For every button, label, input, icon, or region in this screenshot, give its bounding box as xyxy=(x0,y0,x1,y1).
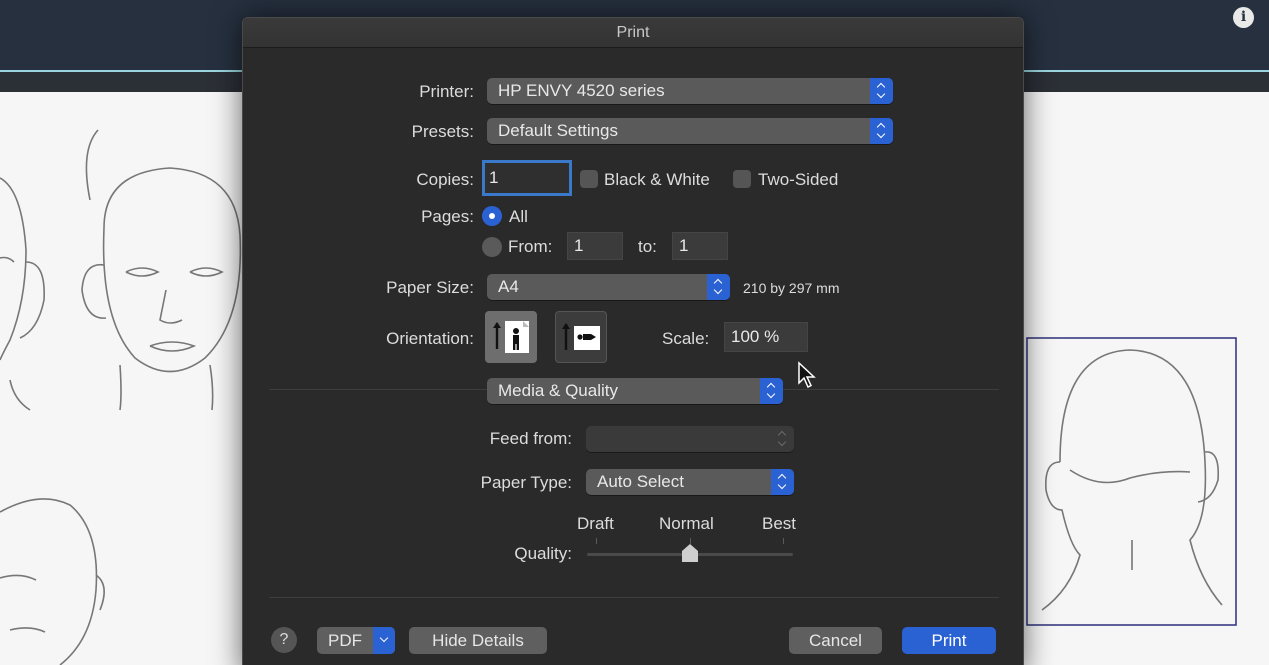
printer-label: Printer: xyxy=(419,82,474,101)
up-down-chevron-icon xyxy=(771,426,794,452)
copies-input[interactable]: 1 xyxy=(482,160,572,196)
slider-tick xyxy=(783,538,784,544)
pdf-menu-button[interactable]: PDF xyxy=(317,627,395,654)
pages-range-radio[interactable] xyxy=(482,237,502,257)
presets-value: Default Settings xyxy=(498,121,619,140)
paper-type-value: Auto Select xyxy=(597,472,684,491)
quality-normal-label: Normal xyxy=(659,514,714,533)
presets-label: Presets: xyxy=(411,122,474,141)
up-down-chevron-icon xyxy=(771,469,794,495)
chevron-down-icon xyxy=(373,627,395,654)
up-down-chevron-icon xyxy=(760,378,783,404)
scale-input[interactable]: 100 % xyxy=(724,322,808,352)
printer-select[interactable]: HP ENVY 4520 series xyxy=(487,78,893,104)
quality-slider-thumb[interactable] xyxy=(680,542,700,564)
slider-tick xyxy=(596,538,597,544)
section-select[interactable]: Media & Quality xyxy=(487,378,783,404)
footer-divider xyxy=(269,597,999,598)
pages-from-input[interactable]: 1 xyxy=(567,232,623,260)
section-value: Media & Quality xyxy=(498,381,618,400)
portrait-icon xyxy=(493,321,529,353)
orientation-label: Orientation: xyxy=(386,329,474,348)
pages-all-radio[interactable] xyxy=(482,206,502,226)
hide-details-button[interactable]: Hide Details xyxy=(409,627,547,654)
cancel-button[interactable]: Cancel xyxy=(789,627,882,654)
pdf-label: PDF xyxy=(328,631,362,650)
feed-from-select[interactable] xyxy=(586,426,794,452)
dialog-title: Print xyxy=(243,18,1023,48)
black-white-label: Black & White xyxy=(604,170,710,189)
pages-to-label: to: xyxy=(638,237,657,256)
pages-from-label: From: xyxy=(508,237,553,256)
landscape-icon xyxy=(562,323,600,350)
scale-label: Scale: xyxy=(662,329,710,348)
help-button[interactable]: ? xyxy=(271,627,297,653)
portrait-orientation-button[interactable] xyxy=(485,311,537,363)
up-down-chevron-icon xyxy=(870,78,893,104)
landscape-orientation-button[interactable] xyxy=(555,311,607,363)
paper-dimensions: 210 by 297 mm xyxy=(743,280,840,296)
copies-label: Copies: xyxy=(416,170,474,189)
printer-value: HP ENVY 4520 series xyxy=(498,81,665,100)
two-sided-label: Two-Sided xyxy=(758,170,839,189)
print-dialog: Print Printer: HP ENVY 4520 series Prese… xyxy=(242,17,1024,665)
paper-size-select[interactable]: A4 xyxy=(487,274,730,300)
pages-all-label: All xyxy=(509,207,528,226)
presets-select[interactable]: Default Settings xyxy=(487,118,893,144)
quality-label: Quality: xyxy=(514,544,572,563)
paper-size-label: Paper Size: xyxy=(386,278,474,297)
paper-size-value: A4 xyxy=(498,277,519,296)
mouse-cursor-icon xyxy=(798,361,816,389)
up-down-chevron-icon xyxy=(870,118,893,144)
paper-type-select[interactable]: Auto Select xyxy=(586,469,794,495)
pages-label: Pages: xyxy=(421,207,474,226)
black-white-checkbox[interactable] xyxy=(580,170,598,188)
quality-best-label: Best xyxy=(762,514,797,533)
print-button[interactable]: Print xyxy=(902,627,996,654)
quality-draft-label: Draft xyxy=(577,514,614,533)
pages-to-input[interactable]: 1 xyxy=(672,232,728,260)
paper-type-label: Paper Type: xyxy=(480,473,572,492)
two-sided-checkbox[interactable] xyxy=(733,170,751,188)
up-down-chevron-icon xyxy=(707,274,730,300)
feed-from-label: Feed from: xyxy=(489,429,572,448)
